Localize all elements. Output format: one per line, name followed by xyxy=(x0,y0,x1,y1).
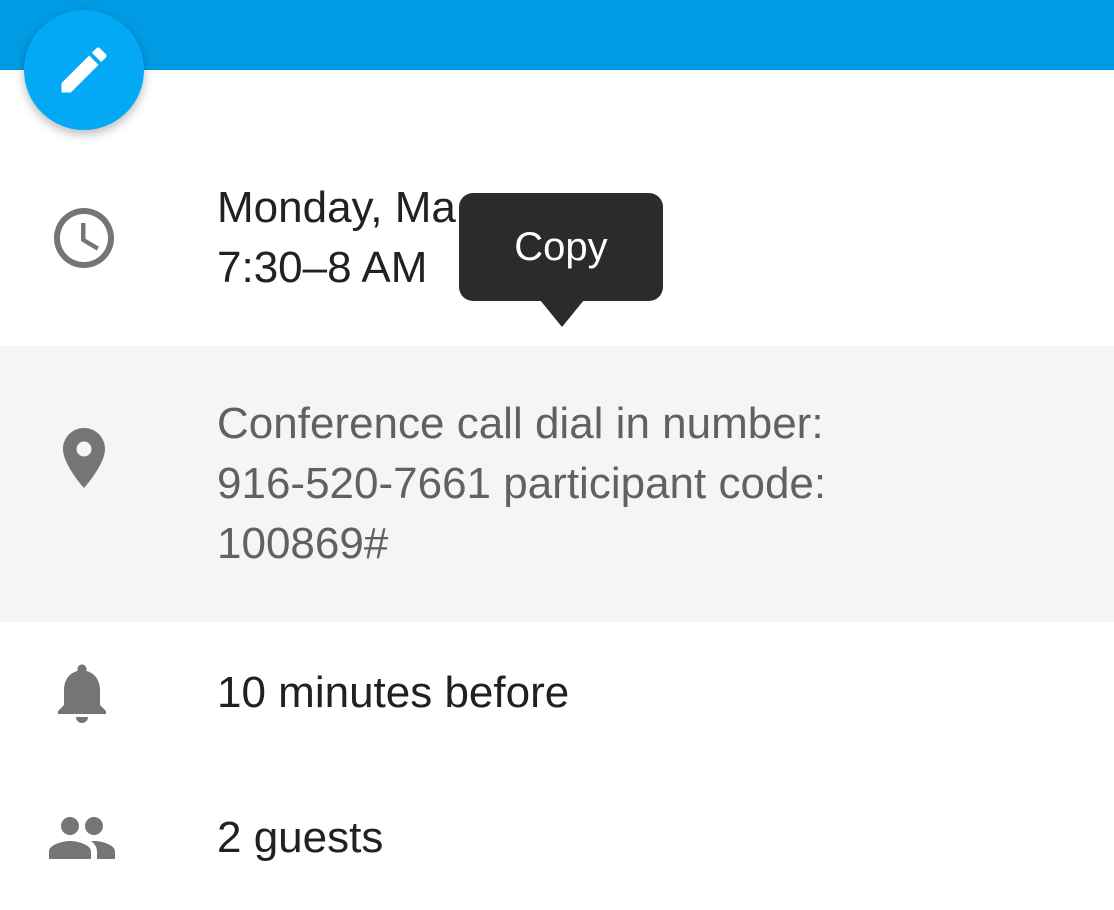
guests-text: 2 guests xyxy=(217,813,384,862)
pencil-icon xyxy=(61,47,107,93)
location-line-1: Conference call dial in number: xyxy=(217,399,824,448)
event-date[interactable]: Monday, Ma xyxy=(217,178,456,238)
copy-tooltip[interactable]: Copy xyxy=(459,193,663,301)
location-line-3: 100869# xyxy=(217,519,389,568)
edit-button[interactable] xyxy=(24,10,144,130)
event-location-row[interactable]: Conference call dial in number: 916-520-… xyxy=(0,346,1114,622)
people-icon xyxy=(46,802,118,874)
location-pin-icon xyxy=(48,422,120,494)
copy-label: Copy xyxy=(514,224,608,269)
location-line-2: 916-520-7661 participant code: xyxy=(217,459,827,508)
event-reminder-row[interactable]: 10 minutes before xyxy=(0,660,1114,730)
reminder-text: 10 minutes before xyxy=(217,668,570,717)
tooltip-arrow xyxy=(540,300,584,327)
event-time[interactable]: 7:30–8 AM xyxy=(217,238,427,298)
bell-icon xyxy=(46,657,118,729)
clock-icon xyxy=(48,202,120,274)
top-app-bar xyxy=(0,0,1114,70)
event-guests-row[interactable]: 2 guests xyxy=(0,805,1114,875)
